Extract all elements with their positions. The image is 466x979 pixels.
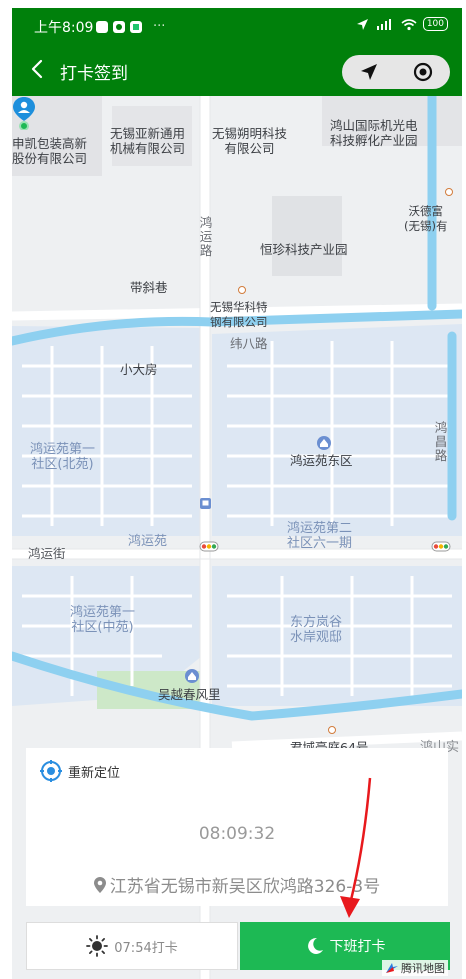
map-label-community-3: 鸿运苑第一 社区(中苑) [70, 605, 136, 635]
wifi-icon [401, 18, 417, 30]
mini-program-capsule [342, 55, 450, 89]
more-notifications-indicator: ··· [153, 19, 166, 34]
address-display: 江苏省无锡市新吴区欣鸿路326-3号 [26, 872, 448, 897]
map-label-company-2: 无锡亚新通用 机械有限公司 [110, 126, 186, 156]
status-time: 上午8:09 [34, 20, 94, 36]
notification-icons: ··· [96, 19, 165, 34]
clock-in-label: 07:54打卡 [114, 940, 178, 956]
location-marker-icon [93, 876, 106, 893]
map-label-community-1: 鸿运苑第一 社区(北苑) [30, 442, 96, 472]
chat-notification-icon [96, 20, 108, 33]
map-label-dongfang: 东方岚谷 水岸观邸 [290, 615, 343, 645]
map-label-hongyunyuan-east: 鸿运苑东区 [290, 453, 353, 468]
navigation-arrow-icon [361, 64, 377, 80]
poi-marker [328, 726, 336, 734]
map-label-company-5: 沃德富 (无锡)有 [404, 204, 448, 233]
map-provider-logo: 腾讯地图 [382, 960, 448, 976]
map-label-company-4: 鸿山国际机光电 科技孵化产业园 [330, 118, 418, 148]
signal-icon [376, 18, 391, 30]
app-frame: 上午8:09 ··· 100 打卡签到 申凯包装高新 股份有限公司 无锡亚新通用… [12, 8, 462, 979]
app-notification-icon [113, 20, 125, 33]
location-status-icon [356, 18, 368, 30]
relocate-label: 重新定位 [68, 765, 121, 781]
road-label-hongyun: 鸿运路 [199, 215, 213, 258]
map-label-community-2: 鸿运苑第二 社区六一期 [287, 521, 353, 551]
page-title: 打卡签到 [60, 64, 128, 84]
map-label-xiaodafang: 小大房 [120, 362, 158, 377]
relocate-button[interactable]: 重新定位 [40, 760, 120, 782]
navigate-button[interactable] [342, 55, 396, 89]
sun-icon [86, 935, 109, 957]
map-label-company-6: 无锡华科特 钢有限公司 [210, 300, 268, 329]
map-label-company-3: 无锡朔明科技 有限公司 [212, 126, 288, 156]
current-location-pin-icon [13, 97, 35, 130]
relocate-target-icon [40, 760, 62, 782]
clock-in-button[interactable]: 07:54打卡 [26, 922, 238, 970]
tencent-map-logo-icon [386, 963, 398, 973]
clock-in-info-card: 重新定位 08:09:32 江苏省无锡市新吴区欣鸿路326-3号 [26, 748, 448, 906]
road-label-right: 鸿昌路 [434, 420, 448, 463]
road-label-wei8: 纬八路 [230, 336, 268, 351]
map-label-daixiexiang: 带斜巷 [130, 280, 168, 295]
map-label-wuyue: 吴越春风里 [158, 687, 221, 702]
battery-icon: 100 [422, 17, 448, 31]
clock-out-label: 下班打卡 [329, 939, 386, 955]
map-label-park: 恒珍科技产业园 [260, 242, 348, 257]
map-provider-text: 腾讯地图 [401, 962, 445, 975]
target-circle-icon [413, 62, 433, 82]
road-label-hongyun-street: 鸿运街 [28, 546, 66, 561]
status-right: 100 [356, 17, 448, 31]
current-time-display: 08:09:32 [198, 824, 276, 844]
close-mini-program-button[interactable] [396, 55, 450, 89]
map-label-company-1: 申凯包装高新 股份有限公司 [12, 136, 88, 166]
nav-bar: 打卡签到 [12, 44, 462, 96]
green-app-notification-icon [130, 20, 142, 33]
address-text: 江苏省无锡市新吴区欣鸿路326-3号 [109, 877, 381, 897]
back-arrow-icon[interactable] [26, 57, 50, 81]
moon-icon [307, 937, 323, 954]
map-label-hongyunyuan: 鸿运苑 [128, 534, 168, 549]
poi-marker [445, 188, 453, 196]
poi-marker [238, 286, 246, 294]
status-bar: 上午8:09 ··· 100 [12, 8, 462, 44]
